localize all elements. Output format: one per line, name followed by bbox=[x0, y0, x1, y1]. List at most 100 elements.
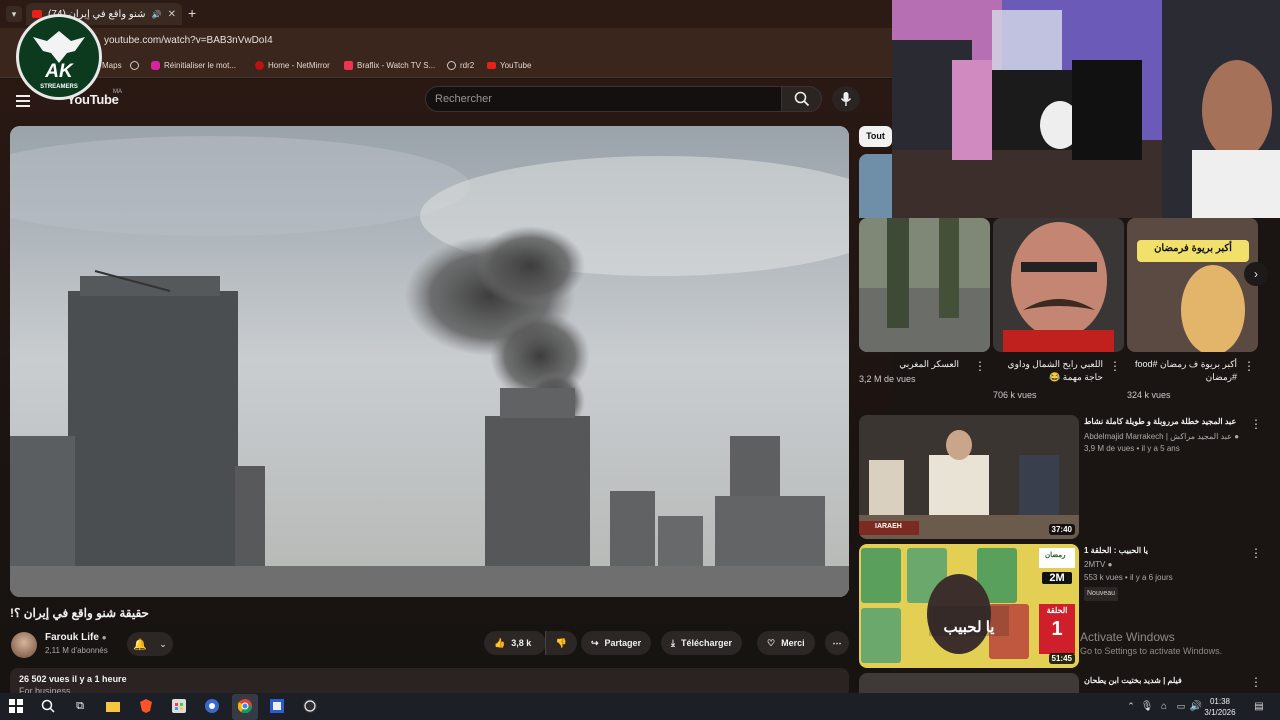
video-1-more-icon[interactable]: ⋮ bbox=[1250, 418, 1262, 430]
search-icon bbox=[41, 699, 55, 713]
new-badge: Nouveau bbox=[1084, 585, 1119, 601]
tab-audio-icon[interactable]: 🔊 bbox=[152, 10, 162, 19]
short-views-2: 706 k vues bbox=[993, 390, 1037, 400]
video-thumbnail-1[interactable]: IARAEH 37:40 bbox=[859, 415, 1079, 539]
video-thumbnail-2[interactable]: رمضان 2M الحلقة 1 يا لحبيب 51:45 bbox=[859, 544, 1079, 668]
search-button[interactable] bbox=[781, 86, 822, 112]
short-title-1[interactable]: العسكر المغربي bbox=[859, 358, 959, 371]
short-title-2[interactable]: اللعبي رايح الشمال وداوي حاجة مهمة 😂 bbox=[993, 358, 1103, 384]
chrome-profile-icon[interactable] bbox=[203, 697, 221, 715]
video-duration: 37:40 bbox=[1048, 524, 1075, 535]
brave-icon[interactable] bbox=[137, 697, 155, 715]
bookmark-maps[interactable]: Maps bbox=[102, 61, 122, 70]
bookmark-globe[interactable] bbox=[130, 61, 139, 70]
more-actions-button[interactable]: ⋯ bbox=[825, 631, 849, 655]
video-2-channel-logo: 2M bbox=[1042, 572, 1072, 584]
video-2-episode-number: 1 bbox=[1051, 618, 1063, 640]
windows-icon bbox=[9, 699, 23, 713]
bookmark-rdr2[interactable]: rdr2 bbox=[447, 61, 474, 70]
views-date: 26 502 vues il y a 1 heure bbox=[19, 674, 127, 684]
network-icon[interactable]: ⌂ bbox=[1155, 697, 1173, 715]
activate-windows-title: Activate Windows bbox=[1080, 630, 1175, 644]
ak-streamers-logo: AK STREAMERS bbox=[16, 14, 102, 100]
short-thumbnail-1[interactable] bbox=[859, 218, 990, 352]
video-title-3[interactable]: فيلم | شديد بختيت ابن يطحان bbox=[1084, 675, 1244, 686]
app-icon[interactable] bbox=[268, 697, 286, 715]
tab-search-button[interactable]: ▾ bbox=[6, 6, 22, 22]
channel-avatar[interactable] bbox=[11, 632, 37, 658]
thumbs-down-icon: 👎 bbox=[555, 637, 568, 648]
clock-date: 3/1/2026 bbox=[1204, 708, 1236, 717]
download-button[interactable]: ⤓ Télécharger bbox=[661, 631, 743, 655]
video-title-2[interactable]: يا الحبيب : الحلقة 1 bbox=[1084, 545, 1244, 556]
shorts-next-button[interactable]: › bbox=[1244, 262, 1268, 286]
verified-icon: ● bbox=[101, 633, 107, 642]
video-meta-2: 553 k vues • il y a 6 jours bbox=[1084, 573, 1173, 582]
video-2-ramadan-label: رمضان bbox=[1045, 552, 1066, 559]
super-thanks-icon: ♡ bbox=[767, 637, 776, 648]
globe-icon bbox=[130, 61, 139, 70]
new-tab-button[interactable]: + bbox=[188, 5, 196, 21]
search-taskbar-button[interactable] bbox=[39, 697, 57, 715]
start-button[interactable] bbox=[7, 697, 25, 715]
globe-icon bbox=[447, 61, 456, 70]
region-code: MA bbox=[113, 89, 122, 95]
video-frame bbox=[10, 126, 849, 597]
file-explorer-icon[interactable] bbox=[104, 697, 122, 715]
task-view-icon[interactable]: ⧉ bbox=[71, 697, 89, 715]
video-image-1 bbox=[859, 415, 1079, 539]
activate-windows-watermark: Activate Windows Go to Settings to activ… bbox=[1080, 630, 1222, 656]
short-title-3[interactable]: أكبر بريوة ف رمضان #food #رمضان bbox=[1127, 358, 1237, 384]
subscriber-count: 2,11 M d'abonnés bbox=[45, 646, 108, 655]
short-3-more-icon[interactable]: ⋮ bbox=[1243, 360, 1255, 372]
video-1-tag: IARAEH bbox=[875, 523, 902, 530]
thumbs-up-icon: 👍 bbox=[494, 637, 506, 648]
download-icon: ⤓ bbox=[671, 637, 675, 648]
video-channel-2[interactable]: 2MTV ● bbox=[1084, 559, 1112, 571]
verified-icon: ● bbox=[1234, 432, 1240, 441]
short-image-1 bbox=[859, 218, 990, 352]
verified-icon: ● bbox=[1107, 560, 1113, 569]
voice-search-button[interactable] bbox=[832, 86, 860, 112]
bookmark-instagram[interactable]: Réinitialiser le mot... bbox=[151, 61, 236, 70]
video-2-more-icon[interactable]: ⋮ bbox=[1250, 547, 1262, 559]
youtube-icon bbox=[487, 62, 496, 69]
short-thumbnail-3[interactable]: أكبر بريوة فرمضان bbox=[1127, 218, 1258, 352]
search-icon bbox=[794, 91, 810, 107]
short-1-more-icon[interactable]: ⋮ bbox=[974, 360, 986, 372]
notifications-icon[interactable]: ▤ bbox=[1250, 697, 1268, 715]
chrome-icon[interactable] bbox=[236, 697, 254, 715]
microphone-tray-icon[interactable]: 🎙 bbox=[1138, 697, 1156, 715]
bookmark-braflix[interactable]: Braflix - Watch TV S... bbox=[344, 61, 435, 70]
thanks-button[interactable]: ♡ Merci bbox=[757, 631, 815, 655]
video-2-show-title: يا لحبيب bbox=[943, 619, 995, 636]
bookmark-netmirror[interactable]: Home - NetMirror bbox=[255, 61, 330, 70]
taskbar bbox=[0, 693, 1280, 720]
obs-icon[interactable] bbox=[301, 697, 319, 715]
video-thumbnail-3[interactable] bbox=[859, 673, 1079, 693]
notifications-button[interactable]: 🔔 ⌄ bbox=[127, 632, 173, 656]
store-icon[interactable] bbox=[170, 697, 188, 715]
dislike-button[interactable]: 👎 bbox=[545, 631, 577, 655]
short-views-3: 324 k vues bbox=[1127, 390, 1171, 400]
video-title-1[interactable]: عبد المجيد خطلة مرروبلة و طويلة كاملة نش… bbox=[1084, 416, 1244, 427]
tab-close-icon[interactable]: ✕ bbox=[168, 9, 176, 20]
short-thumbnail-partial[interactable] bbox=[859, 154, 892, 218]
menu-icon[interactable] bbox=[16, 92, 30, 110]
url-field[interactable]: youtube.com/watch?v=BAB3nVwDoI4 bbox=[104, 35, 273, 46]
video-channel-1[interactable]: Abdelmajid Marrakech | عبد المجيد مراكش … bbox=[1084, 431, 1239, 443]
video-duration: 51:45 bbox=[1048, 653, 1075, 664]
activate-windows-sub: Go to Settings to activate Windows. bbox=[1080, 646, 1223, 656]
system-clock[interactable]: 01:38 3/1/2026 bbox=[1200, 696, 1240, 718]
video-player[interactable] bbox=[10, 126, 849, 597]
short-thumbnail-2[interactable] bbox=[993, 218, 1124, 352]
share-button[interactable]: ↪ Partager bbox=[581, 631, 652, 655]
video-3-more-icon[interactable]: ⋮ bbox=[1250, 676, 1262, 688]
short-2-more-icon[interactable]: ⋮ bbox=[1109, 360, 1121, 372]
search-input[interactable]: Rechercher bbox=[425, 86, 781, 112]
short-3-caption: أكبر بريوة فرمضان bbox=[1154, 243, 1232, 254]
filter-chip-all[interactable]: Tout bbox=[859, 126, 892, 147]
channel-name[interactable]: Farouk Life ● bbox=[45, 632, 107, 643]
like-button[interactable]: 👍 3,8 k bbox=[484, 631, 546, 655]
bookmark-youtube[interactable]: YouTube bbox=[487, 61, 531, 70]
